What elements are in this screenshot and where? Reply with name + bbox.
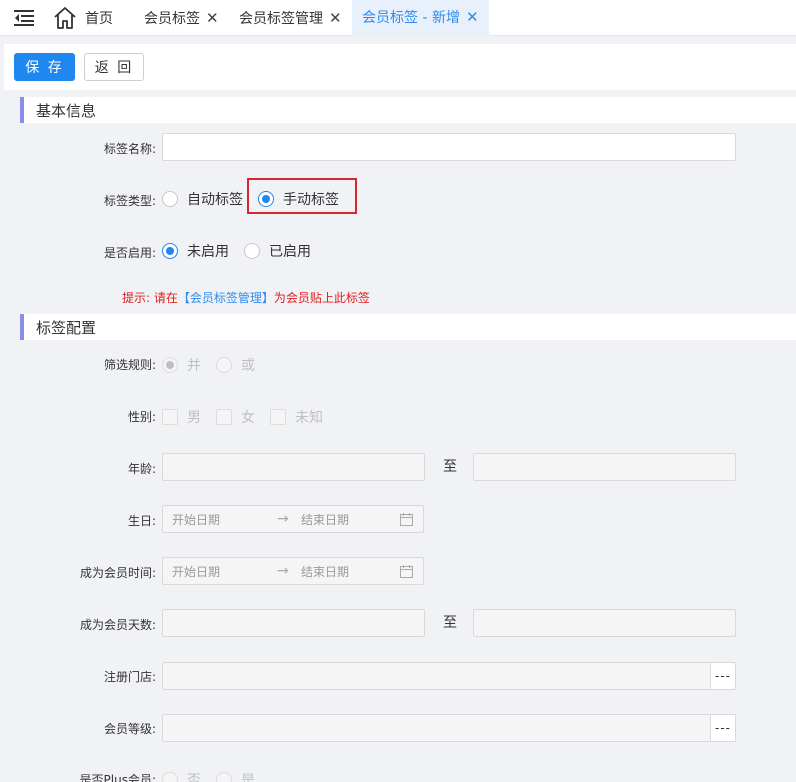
- checkbox-label: 未知: [295, 410, 323, 426]
- age-max-input[interactable]: [473, 453, 736, 481]
- checkbox-male[interactable]: 男: [162, 407, 201, 427]
- hint-text: 提示: 请在【会员标签管理】为会员贴上此标签: [122, 289, 370, 306]
- radio-manual-tag[interactable]: 手动标签: [258, 189, 339, 209]
- radio-circle[interactable]: [162, 243, 178, 259]
- gender-label: 性别:: [127, 410, 156, 424]
- radio-rule-or[interactable]: 或: [216, 355, 255, 375]
- tab-label: 会员标签管理: [239, 11, 323, 27]
- section-title: 基本信息: [36, 101, 97, 120]
- radio-label: 手动标签: [283, 192, 339, 208]
- radio-plus-yes[interactable]: 是: [216, 770, 255, 782]
- tag-name-input[interactable]: [162, 133, 736, 161]
- date-end-placeholder: 结束日期: [301, 512, 350, 527]
- arrow-right-icon: →: [277, 563, 289, 579]
- range-separator: 至: [443, 459, 457, 475]
- checkbox-box[interactable]: [216, 409, 232, 425]
- radio-circle[interactable]: [216, 357, 232, 373]
- radio-circle[interactable]: [162, 191, 178, 207]
- lookup-button[interactable]: ---: [710, 715, 735, 741]
- enabled-label: 是否启用:: [103, 246, 156, 260]
- plus-member-label: 是否Plus会员:: [79, 773, 156, 782]
- checkbox-box[interactable]: [162, 409, 178, 425]
- date-start-placeholder: 开始日期: [172, 512, 221, 527]
- radio-label: 已启用: [269, 244, 311, 260]
- checkbox-label: 女: [241, 410, 255, 426]
- checkbox-label: 男: [187, 410, 201, 426]
- radio-circle[interactable]: [258, 191, 274, 207]
- member-since-date-range[interactable]: 开始日期 → 结束日期: [162, 557, 424, 585]
- tab-bar: 首页 会员标签 ✕ 会员标签管理 ✕ 会员标签 - 新增 ✕: [0, 0, 796, 36]
- radio-circle[interactable]: [162, 772, 178, 782]
- age-min-input[interactable]: [162, 453, 425, 481]
- tab-home-label: 首页: [85, 11, 113, 27]
- home-icon: [54, 7, 76, 29]
- date-end-placeholder: 结束日期: [301, 564, 350, 579]
- radio-enabled-state[interactable]: 已启用: [244, 241, 311, 261]
- radio-label: 是: [241, 773, 255, 782]
- birthday-label: 生日:: [127, 514, 156, 528]
- tab-home[interactable]: 首页: [52, 0, 113, 36]
- radio-rule-and[interactable]: 并: [162, 355, 201, 375]
- tab-member-tag-management[interactable]: 会员标签管理 ✕: [229, 0, 352, 36]
- radio-auto-tag[interactable]: 自动标签: [162, 189, 243, 209]
- close-icon[interactable]: ✕: [206, 9, 219, 27]
- hint-suffix: 为会员贴上此标签: [273, 291, 370, 305]
- radio-label: 自动标签: [187, 192, 243, 208]
- member-days-min-input[interactable]: [162, 609, 425, 637]
- radio-disabled-state[interactable]: 未启用: [162, 241, 229, 261]
- radio-circle[interactable]: [162, 357, 178, 373]
- toolbar: 保 存 返 回: [4, 44, 796, 90]
- radio-label: 否: [187, 773, 201, 782]
- section-title: 标签配置: [36, 318, 97, 337]
- member-days-label: 成为会员天数:: [79, 618, 156, 632]
- hint-link[interactable]: 【会员标签管理】: [178, 291, 274, 305]
- member-level-label: 会员等级:: [103, 722, 156, 736]
- tab-member-tags[interactable]: 会员标签 ✕: [134, 0, 229, 36]
- hint-prefix: 提示: 请在: [122, 291, 178, 305]
- menu-fold-icon[interactable]: [14, 9, 34, 27]
- checkbox-female[interactable]: 女: [216, 407, 255, 427]
- section-tag-config: 标签配置: [20, 314, 796, 340]
- section-basic-info: 基本信息: [20, 97, 796, 123]
- lookup-button[interactable]: ---: [710, 663, 735, 689]
- register-store-lookup[interactable]: ---: [162, 662, 736, 690]
- member-since-label: 成为会员时间:: [79, 566, 156, 580]
- calendar-icon: [400, 513, 413, 526]
- birthday-date-range[interactable]: 开始日期 → 结束日期: [162, 505, 424, 533]
- tab-label: 会员标签 - 新增: [362, 10, 460, 26]
- tab-member-tag-new[interactable]: 会员标签 - 新增 ✕: [352, 0, 489, 36]
- save-button[interactable]: 保 存: [14, 53, 75, 81]
- radio-plus-no[interactable]: 否: [162, 770, 201, 782]
- close-icon[interactable]: ✕: [329, 9, 342, 27]
- range-separator: 至: [443, 615, 457, 631]
- filter-rule-label: 筛选规则:: [103, 358, 156, 372]
- arrow-right-icon: →: [277, 511, 289, 527]
- radio-label: 或: [241, 358, 255, 374]
- checkbox-box[interactable]: [270, 409, 286, 425]
- age-label: 年龄:: [127, 462, 156, 476]
- radio-label: 未启用: [187, 244, 229, 260]
- calendar-icon: [400, 565, 413, 578]
- date-start-placeholder: 开始日期: [172, 564, 221, 579]
- tag-type-label: 标签类型:: [103, 194, 156, 208]
- checkbox-unknown[interactable]: 未知: [270, 407, 323, 427]
- radio-circle[interactable]: [244, 243, 260, 259]
- member-days-max-input[interactable]: [473, 609, 736, 637]
- back-button[interactable]: 返 回: [84, 53, 144, 81]
- member-level-lookup[interactable]: ---: [162, 714, 736, 742]
- radio-circle[interactable]: [216, 772, 232, 782]
- close-icon[interactable]: ✕: [466, 8, 479, 26]
- register-store-label: 注册门店:: [103, 670, 156, 684]
- tab-label: 会员标签: [144, 11, 200, 27]
- radio-label: 并: [187, 358, 201, 374]
- tag-name-label: 标签名称:: [103, 142, 156, 156]
